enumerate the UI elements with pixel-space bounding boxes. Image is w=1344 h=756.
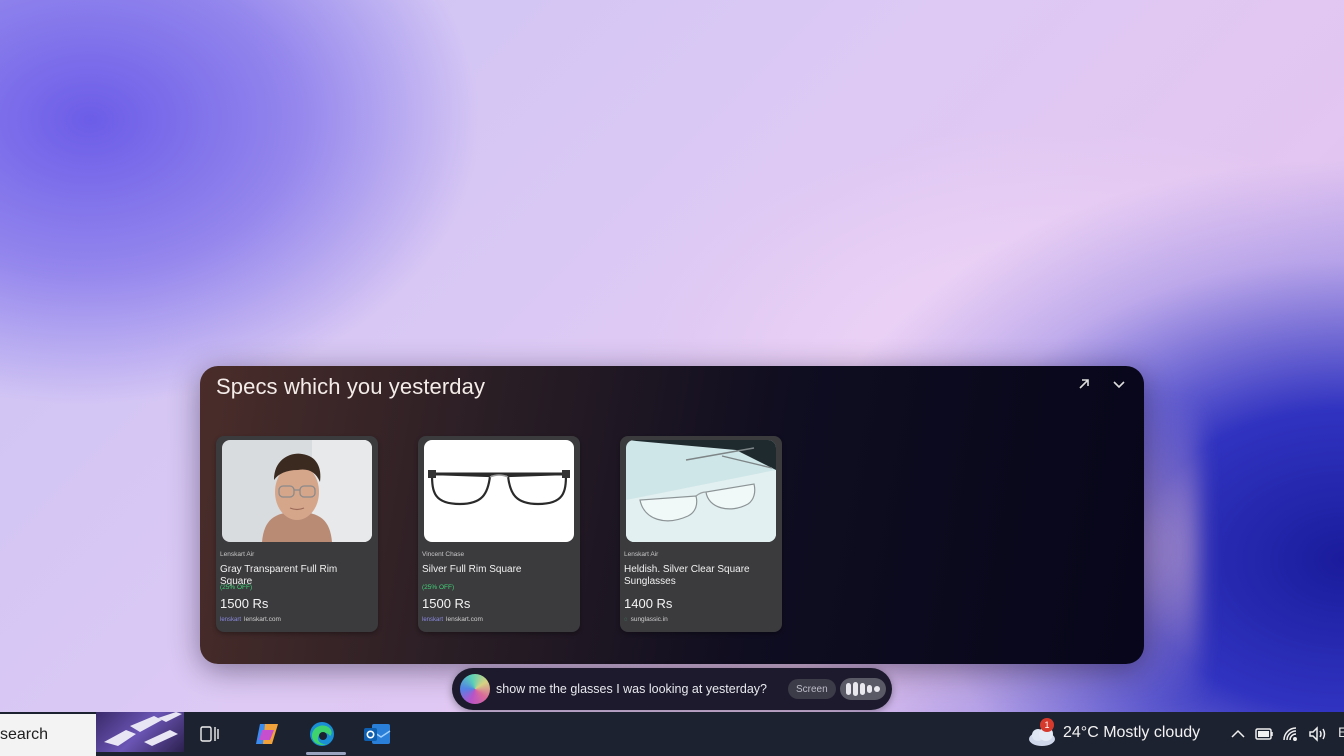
outlook-button[interactable] bbox=[357, 716, 397, 752]
weather-text[interactable]: 24°C Mostly cloudy bbox=[1063, 724, 1200, 742]
product-image bbox=[222, 440, 372, 542]
arrow-up-right-icon bbox=[1079, 379, 1089, 389]
widgets-thumbnail[interactable] bbox=[96, 712, 184, 752]
system-clock-partial[interactable]: E bbox=[1338, 724, 1344, 740]
product-price: 1400 Rs bbox=[624, 596, 673, 611]
copilot-icon bbox=[256, 724, 278, 744]
product-source-domain: lenskart.com bbox=[446, 616, 483, 623]
edge-button[interactable] bbox=[302, 716, 342, 752]
battery-icon bbox=[1255, 728, 1273, 740]
wifi-button[interactable] bbox=[1282, 722, 1300, 746]
expand-button[interactable] bbox=[1072, 372, 1096, 396]
voice-button[interactable] bbox=[840, 678, 886, 700]
lenskart-logo-icon: lenskart bbox=[422, 616, 444, 623]
volume-button[interactable] bbox=[1308, 722, 1328, 746]
product-brand: Vincent Chase bbox=[422, 551, 465, 558]
tray-overflow-button[interactable] bbox=[1230, 722, 1246, 746]
panel-title: Specs which you yesterday bbox=[216, 374, 486, 399]
product-name[interactable]: Silver Full Rim Square bbox=[422, 564, 574, 576]
task-view-button[interactable] bbox=[190, 716, 230, 752]
product-image bbox=[424, 440, 574, 542]
product-card[interactable]: Vincent Chase Silver Full Rim Square (25… bbox=[418, 436, 580, 632]
query-text[interactable]: show me the glasses I was looking at yes… bbox=[496, 682, 767, 696]
chevron-up-icon bbox=[1231, 729, 1245, 738]
product-card[interactable]: Lenskart Air Heldish. Silver Clear Squar… bbox=[620, 436, 782, 632]
product-card[interactable]: Lenskart Air Gray Transparent Full Rim S… bbox=[216, 436, 378, 632]
product-discount: (25% OFF) bbox=[422, 584, 455, 591]
product-price: 1500 Rs bbox=[220, 596, 269, 611]
product-discount: (25% OFF) bbox=[220, 584, 253, 591]
product-image bbox=[626, 440, 776, 542]
product-name[interactable]: Heldish. Silver Clear Square Sunglasses bbox=[624, 564, 776, 588]
sunglassic-logo-icon: ◌ bbox=[624, 616, 628, 623]
battery-button[interactable] bbox=[1255, 722, 1275, 746]
wifi-icon bbox=[1283, 727, 1297, 741]
screen-chip[interactable]: Screen bbox=[788, 679, 836, 699]
collapse-button[interactable] bbox=[1107, 372, 1131, 396]
taskbar-search[interactable]: search bbox=[0, 714, 96, 756]
query-bar[interactable]: show me the glasses I was looking at yes… bbox=[452, 668, 892, 710]
results-panel: Specs which you yesterday Lenskart Air G… bbox=[200, 366, 1144, 664]
product-brand: Lenskart Air bbox=[624, 551, 659, 558]
search-label: search bbox=[0, 726, 49, 743]
edge-icon bbox=[310, 722, 334, 746]
weather-badge: 1 bbox=[1040, 718, 1054, 732]
product-source[interactable]: lenskart lenskart.com bbox=[220, 616, 281, 623]
product-brand: Lenskart Air bbox=[220, 551, 255, 558]
assistant-orb-icon[interactable] bbox=[460, 674, 490, 704]
product-price: 1500 Rs bbox=[422, 596, 471, 611]
active-app-indicator bbox=[306, 752, 346, 755]
product-source[interactable]: lenskart lenskart.com bbox=[422, 616, 483, 623]
product-source-domain: lenskart.com bbox=[244, 616, 281, 623]
chevron-down-icon bbox=[1113, 381, 1125, 389]
taskbar: search 1 24°C Mostly cloudy E bbox=[0, 712, 1344, 756]
product-source[interactable]: ◌ sunglassic.in bbox=[624, 616, 668, 623]
lenskart-logo-icon: lenskart bbox=[220, 616, 242, 623]
copilot-button[interactable] bbox=[247, 716, 287, 752]
volume-icon bbox=[1309, 726, 1326, 742]
task-view-icon bbox=[200, 726, 219, 742]
outlook-icon bbox=[364, 724, 391, 744]
waveform-icon bbox=[846, 683, 851, 695]
product-source-domain: sunglassic.in bbox=[630, 616, 668, 623]
